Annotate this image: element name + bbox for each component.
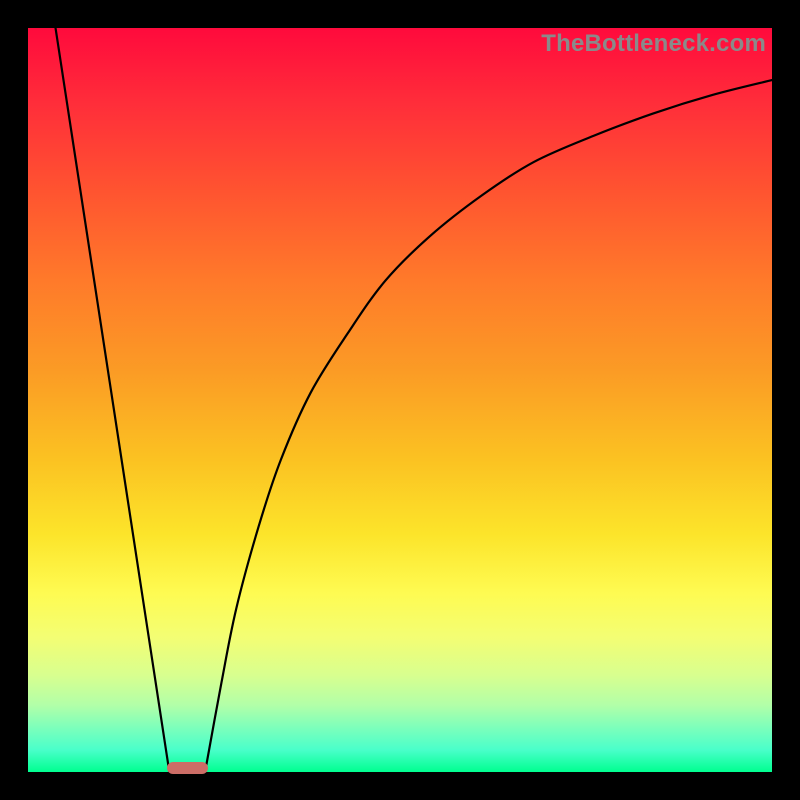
curve-svg xyxy=(28,28,772,772)
chart-container: TheBottleneck.com xyxy=(0,0,800,800)
left-line-path xyxy=(56,28,170,772)
plot-area: TheBottleneck.com xyxy=(28,28,772,772)
right-curve-path xyxy=(205,80,772,772)
bottleneck-marker xyxy=(167,762,208,774)
